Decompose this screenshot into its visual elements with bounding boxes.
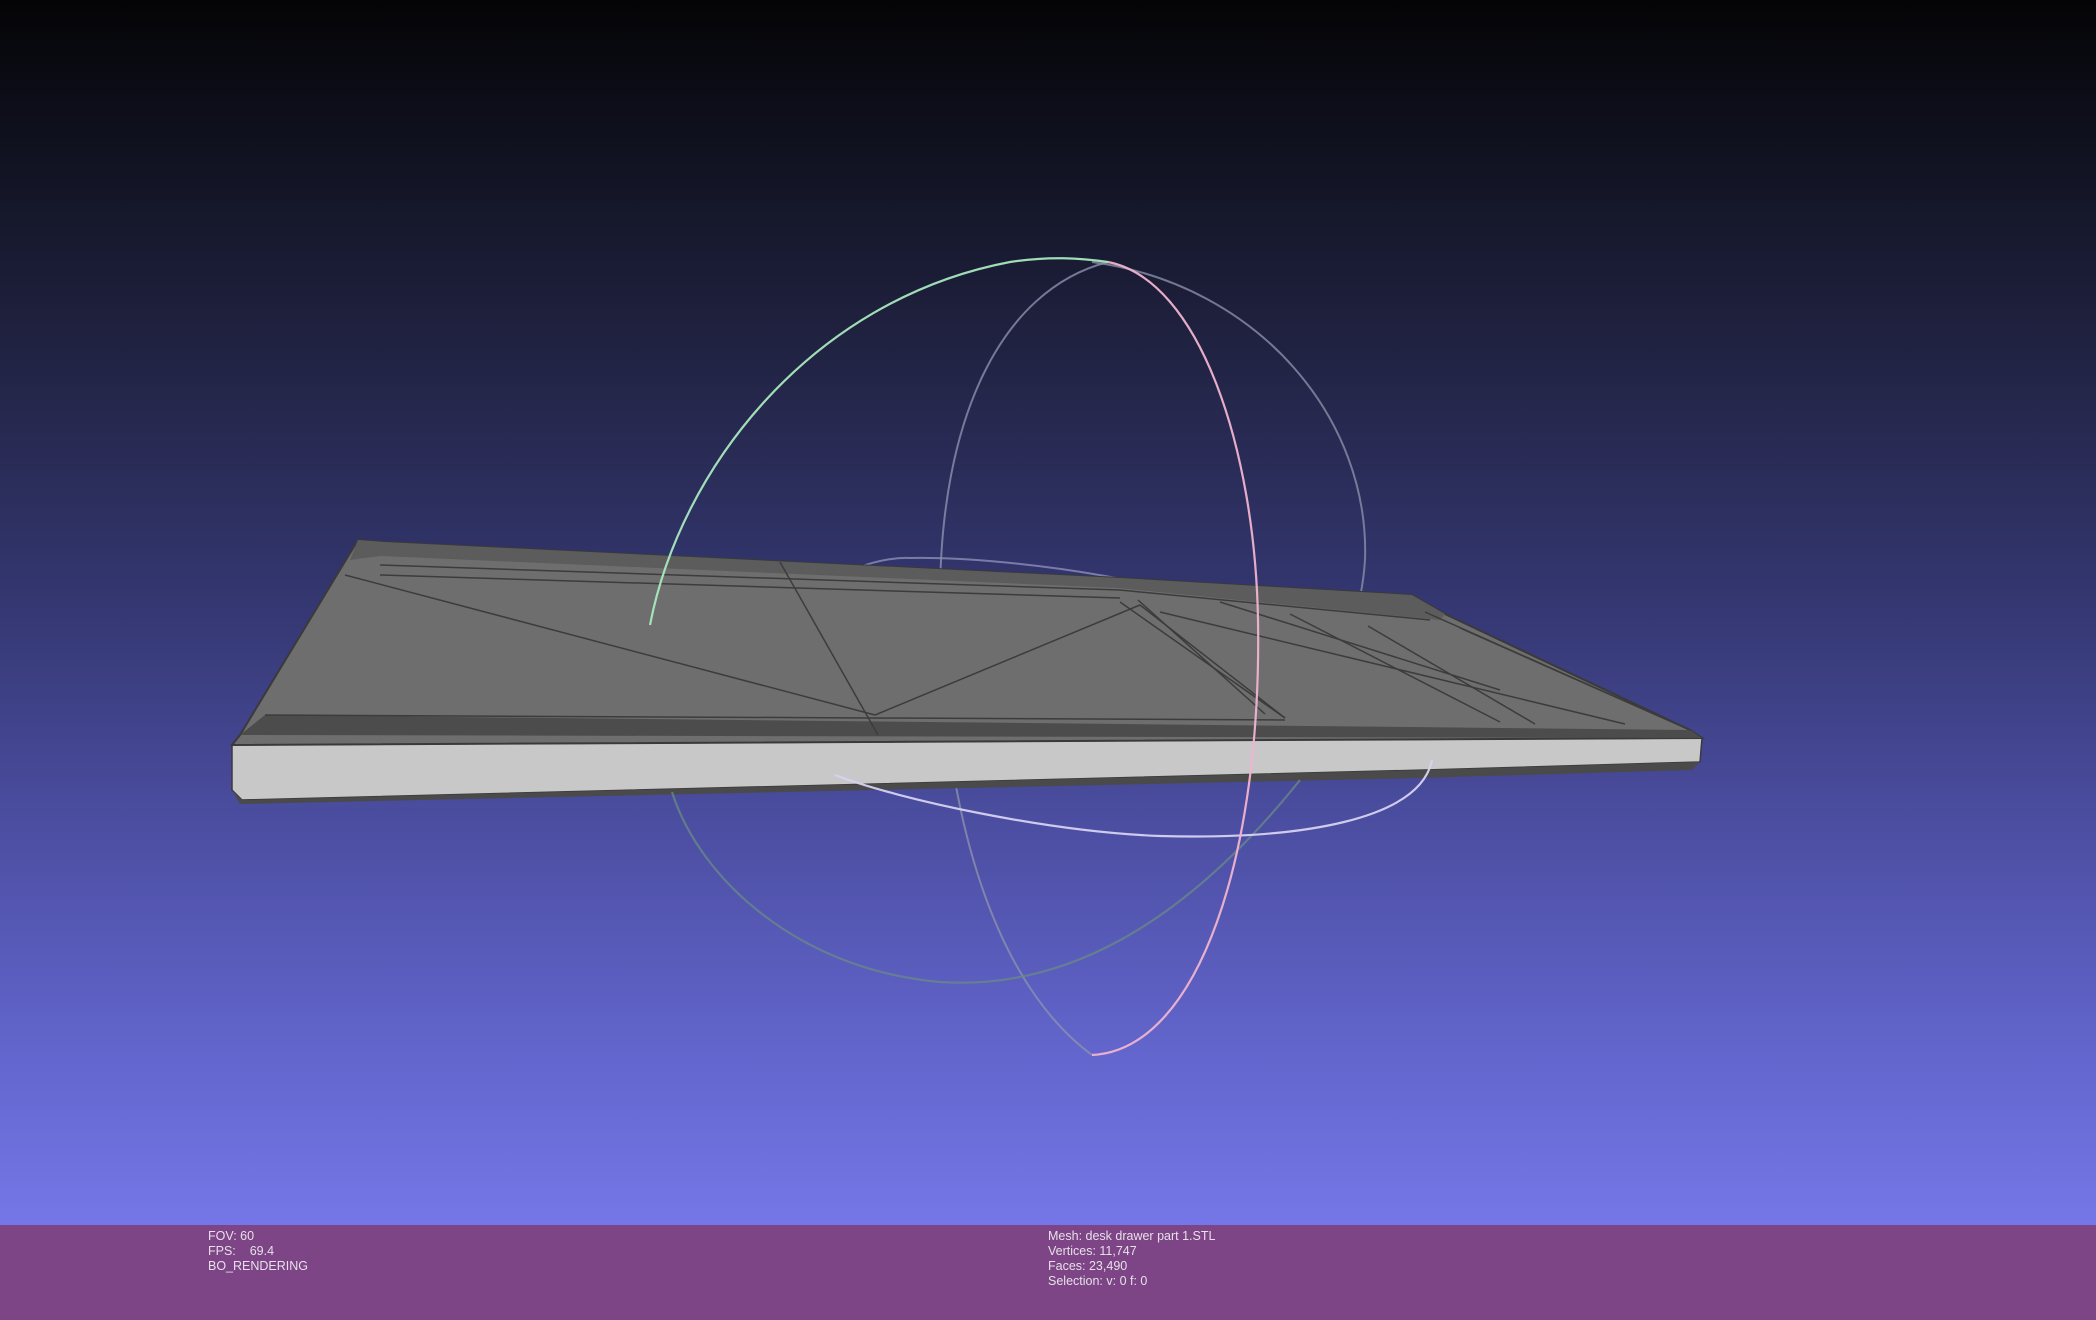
mesh-name-readout: Mesh: desk drawer part 1.STL	[1048, 1229, 1216, 1243]
fps-value: 69.4	[249, 1244, 275, 1258]
3d-viewport[interactable]	[0, 0, 2096, 1225]
fps-readout: FPS: 69.4	[208, 1244, 308, 1259]
render-info-panel: FOV: 60 FPS: 69.4 BO_RENDERING	[208, 1229, 308, 1274]
mesh-desk-drawer[interactable]	[229, 538, 1706, 804]
selection-readout: Selection: v: 0 f: 0	[1048, 1274, 1148, 1288]
fps-label: FPS:	[208, 1244, 236, 1258]
scene-canvas[interactable]	[0, 0, 2096, 1225]
fov-readout: FOV: 60	[208, 1229, 255, 1243]
faces-readout: Faces: 23,490	[1048, 1259, 1128, 1273]
mesh-info-panel: Mesh: desk drawer part 1.STL Vertices: 1…	[1048, 1229, 1215, 1289]
status-info-bar: FOV: 60 FPS: 69.4 BO_RENDERING Mesh: des…	[0, 1225, 2096, 1320]
vertices-readout: Vertices: 11,747	[1048, 1244, 1137, 1258]
render-mode-readout: BO_RENDERING	[208, 1259, 309, 1273]
